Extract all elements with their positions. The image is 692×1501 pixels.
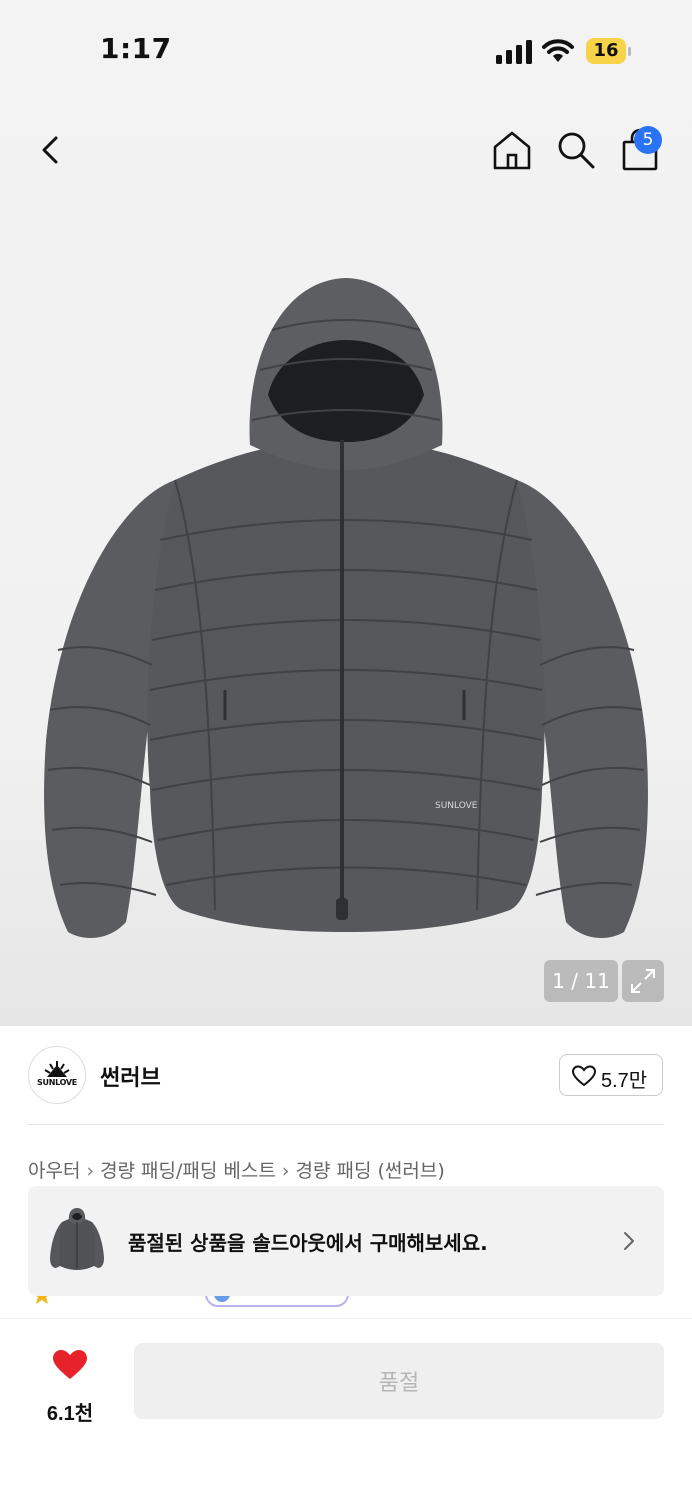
sun-logo-icon	[44, 1061, 70, 1077]
sold-out-button[interactable]: 품절	[134, 1343, 664, 1419]
brand-logo-text: SUNLOVE	[37, 1078, 77, 1087]
search-button[interactable]	[554, 128, 598, 172]
jacket-logo-mark: SUNLOVE	[435, 801, 478, 811]
fullscreen-button[interactable]	[622, 960, 664, 1002]
product-gallery[interactable]: 1:17 16 5 SUNLOVE 1 / 11	[0, 0, 692, 1026]
wifi-icon	[542, 39, 574, 62]
breadcrumb-item[interactable]: 경량 패딩 (썬러브)	[295, 1160, 444, 1182]
chevron-left-icon	[42, 136, 58, 164]
bottom-action-bar: 6.1천 품절	[0, 1318, 692, 1501]
breadcrumb: 아우터 › 경량 패딩/패딩 베스트 › 경량 패딩 (썬러브)	[28, 1156, 445, 1183]
breadcrumb-item[interactable]: 경량 패딩/패딩 베스트	[100, 1160, 276, 1182]
brand-logo[interactable]: SUNLOVE	[28, 1046, 86, 1104]
chevron-right-icon: ›	[281, 1160, 290, 1182]
brand-name[interactable]: 썬러브	[100, 1060, 161, 1092]
status-time: 1:17	[100, 32, 172, 65]
banner-message: 품절된 상품을 솔드아웃에서 구매해보세요.	[128, 1231, 488, 1255]
battery-indicator: 16	[586, 38, 632, 64]
breadcrumb-item[interactable]: 아우터	[28, 1160, 80, 1182]
heart-outline-icon	[571, 1065, 597, 1087]
image-counter: 1 / 11	[544, 960, 618, 1002]
soldout-banner[interactable]: 품절된 상품을 솔드아웃에서 구매해보세요.	[28, 1186, 664, 1296]
back-button[interactable]	[32, 130, 72, 170]
product-image[interactable]: SUNLOVE	[40, 270, 652, 950]
home-icon	[493, 131, 531, 170]
wishlist-button[interactable]: 6.1천	[30, 1347, 110, 1427]
brand-like-button[interactable]: 5.7만	[559, 1054, 663, 1096]
expand-icon	[631, 969, 655, 993]
brand-row[interactable]: SUNLOVE 썬러브 5.7만	[28, 1046, 664, 1106]
cart-count-badge: 5	[634, 126, 662, 154]
brand-like-count: 5.7만	[601, 1070, 648, 1092]
wishlist-count: 6.1천	[46, 1403, 94, 1425]
battery-level: 16	[593, 40, 619, 61]
heart-filled-icon	[53, 1350, 87, 1379]
divider	[28, 1124, 664, 1125]
search-icon	[558, 132, 595, 169]
status-bar: 1:17 16	[0, 0, 692, 100]
chevron-right-icon: ›	[86, 1160, 95, 1182]
home-button[interactable]	[490, 128, 534, 172]
cellular-signal-icon	[496, 40, 532, 64]
banner-thumbnail	[50, 1208, 104, 1270]
chevron-right-icon	[624, 1232, 634, 1250]
